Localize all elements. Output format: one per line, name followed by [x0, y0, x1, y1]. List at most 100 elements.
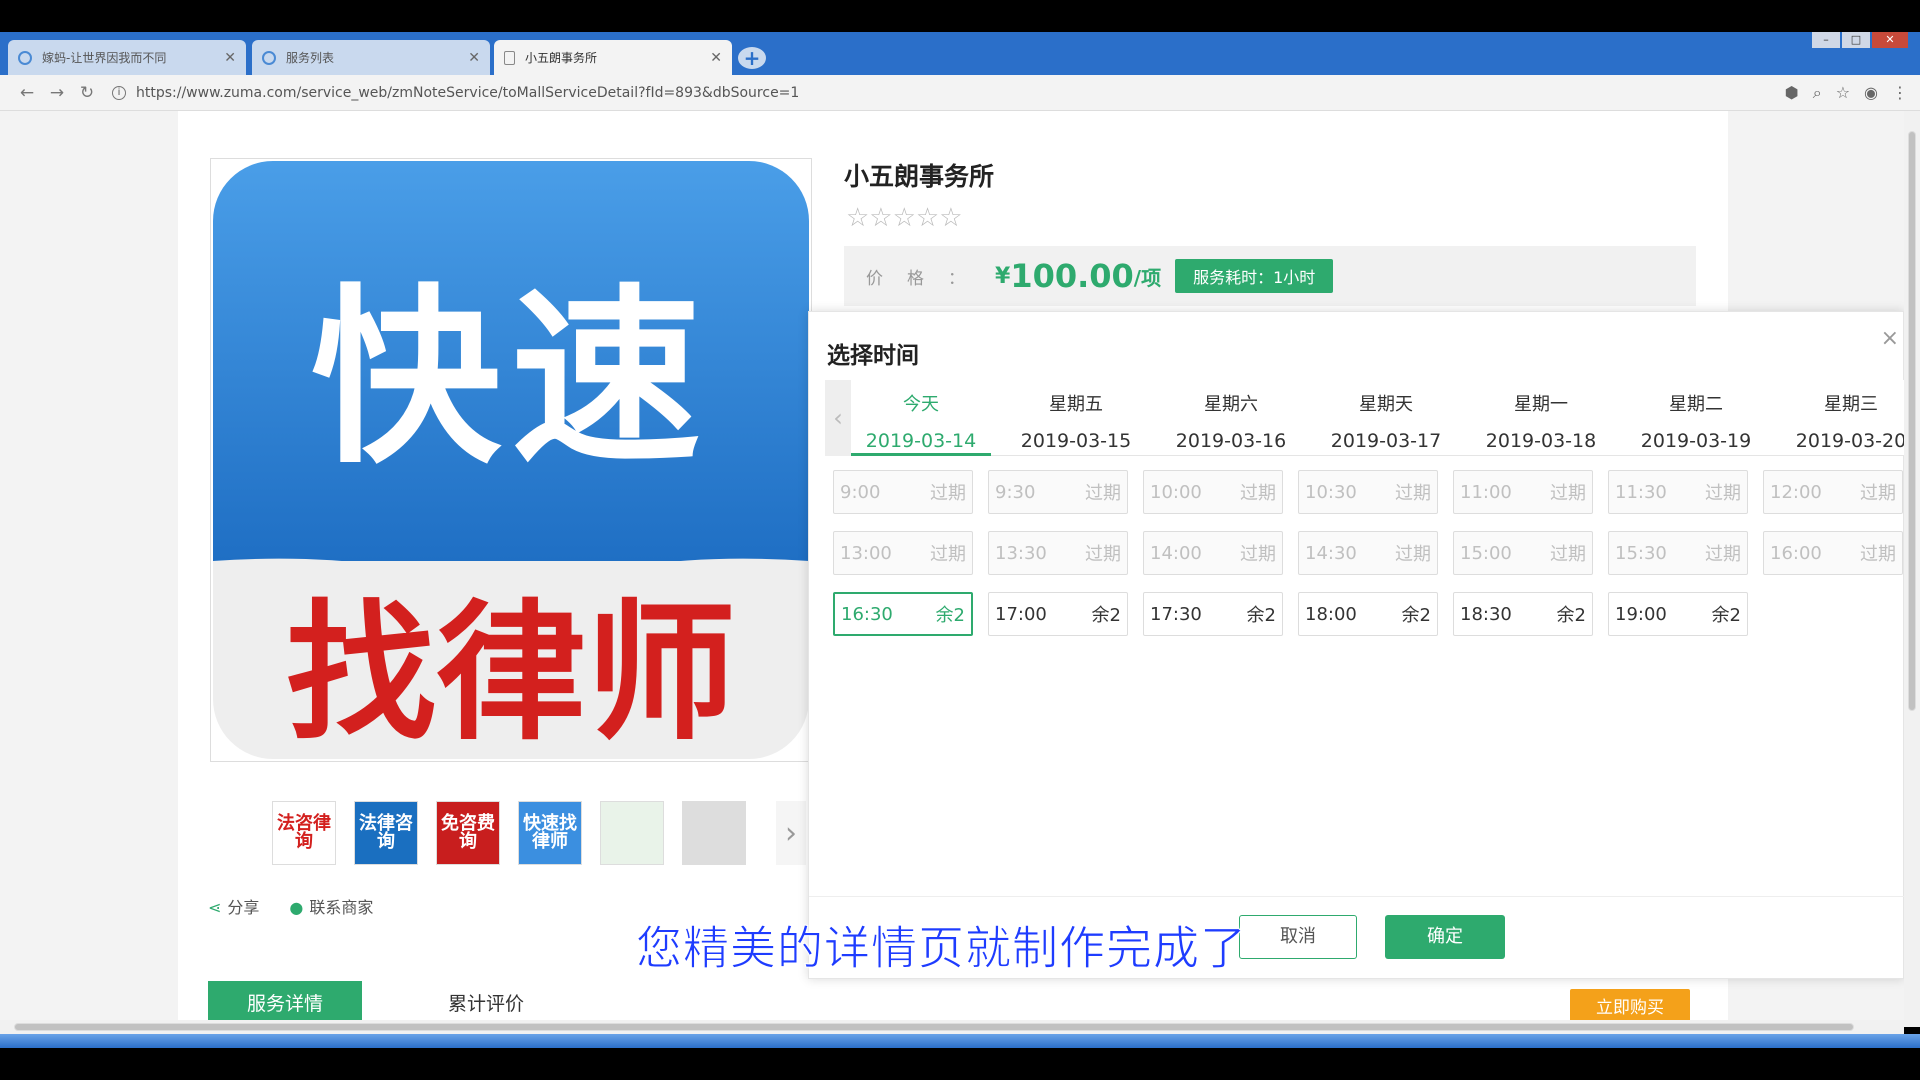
thumbnail-5[interactable]: [600, 801, 664, 865]
price-value: 100.00: [1010, 257, 1134, 295]
day-tab-2019-03-18[interactable]: 星期一 2019-03-18: [1471, 380, 1611, 456]
day-weekday: 星期二: [1669, 394, 1723, 415]
service-time-badge: 服务耗时：1小时: [1175, 259, 1334, 293]
logo-bottom: 找律师: [213, 561, 809, 761]
browser-tab-2[interactable]: 服务列表 ✕: [252, 40, 490, 75]
slot-status: 过期: [930, 544, 966, 565]
zoom-icon[interactable]: ⌕: [1813, 83, 1822, 103]
toolbar-right: ⬢ ⌕ ☆ ◉ ⋮: [1785, 83, 1908, 103]
day-weekday: 星期一: [1514, 394, 1568, 415]
day-strip: ‹ 今天 2019-03-14 星期五 2019-03-15 星期六 2019-03-16…: [825, 380, 1906, 456]
slot-status: 余2: [1246, 605, 1276, 626]
slot-time: 15:30: [1615, 542, 1667, 564]
time-slot[interactable]: 17:00 余2: [988, 592, 1128, 636]
share-link[interactable]: ⋖ 分享: [208, 894, 259, 918]
browser-tab-1[interactable]: 嫁蚂-让世界因我而不同 ✕: [8, 40, 246, 75]
slot-status: 余2: [1711, 605, 1741, 626]
slot-time: 16:00: [1770, 542, 1822, 564]
chevron-right-icon[interactable]: ›: [776, 801, 806, 865]
slot-status: 余2: [1091, 605, 1121, 626]
time-slot[interactable]: 18:30 余2: [1453, 592, 1593, 636]
close-icon[interactable]: ×: [1881, 326, 1899, 351]
menu-icon[interactable]: ⋮: [1892, 83, 1908, 103]
thumbnail-1[interactable]: 法咨律询: [272, 801, 336, 865]
day-tab-2019-03-17[interactable]: 星期天 2019-03-17: [1316, 380, 1456, 456]
site-icon: [262, 50, 276, 65]
forward-icon[interactable]: →: [42, 83, 72, 103]
profile-icon[interactable]: ◉: [1864, 83, 1878, 103]
contact-merchant-link[interactable]: ● 联系商家: [289, 894, 373, 918]
slot-time: 18:00: [1305, 603, 1357, 625]
cancel-button[interactable]: 取消: [1239, 915, 1357, 959]
day-weekday: 今天: [903, 394, 939, 415]
close-icon[interactable]: ✕: [710, 50, 722, 66]
slot-status: 过期: [1395, 483, 1431, 504]
slot-status: 余2: [935, 605, 965, 626]
new-tab-button[interactable]: +: [738, 46, 766, 70]
tab-title: 嫁蚂-让世界因我而不同: [42, 51, 167, 65]
info-icon[interactable]: i: [112, 85, 126, 100]
day-tab-2019-03-19[interactable]: 星期二 2019-03-19: [1626, 380, 1766, 456]
confirm-button[interactable]: 确定: [1385, 915, 1505, 959]
day-tab-2019-03-14[interactable]: 今天 2019-03-14: [851, 380, 991, 456]
thumbnail-2[interactable]: 法律咨询: [354, 801, 418, 865]
window-controls: – □ ✕: [1812, 32, 1908, 48]
minimize-button[interactable]: –: [1812, 32, 1840, 48]
time-slot: 11:00 过期: [1453, 470, 1593, 514]
day-tab-2019-03-15[interactable]: 星期五 2019-03-15: [1006, 380, 1146, 456]
time-slot[interactable]: 16:30 余2: [833, 592, 973, 636]
day-weekday: 星期三: [1824, 394, 1878, 415]
time-slot: 15:00 过期: [1453, 531, 1593, 575]
address-bar[interactable]: i https://www.zuma.com/service_web/zmNot…: [112, 79, 1785, 107]
time-slot: 12:00 过期: [1763, 470, 1903, 514]
maximize-button[interactable]: □: [1842, 32, 1870, 48]
os-taskbar: [0, 1034, 1920, 1048]
slot-status: 过期: [1550, 544, 1586, 565]
scrollbar-thumb[interactable]: [14, 1023, 1854, 1031]
close-icon[interactable]: ✕: [224, 50, 236, 66]
close-window-button[interactable]: ✕: [1872, 32, 1908, 48]
time-slot[interactable]: 19:00 余2: [1608, 592, 1748, 636]
thumbnail-3[interactable]: 免咨费询: [436, 801, 500, 865]
slot-time: 10:00: [1150, 481, 1202, 503]
vertical-scrollbar[interactable]: [1904, 111, 1920, 1027]
day-date: 2019-03-17: [1330, 430, 1442, 452]
rating-stars: ☆☆☆☆☆: [846, 203, 963, 233]
time-slot: 11:30 过期: [1608, 470, 1748, 514]
slot-status: 余2: [1556, 605, 1586, 626]
back-icon[interactable]: ←: [12, 83, 42, 103]
browser-tab-3[interactable]: 小五朗事务所 ✕: [494, 40, 732, 75]
browser-toolbar: ← → ↻ i https://www.zuma.com/service_web…: [0, 75, 1920, 111]
time-slot[interactable]: 18:00 余2: [1298, 592, 1438, 636]
chevron-left-icon[interactable]: ‹: [825, 380, 851, 456]
thumbnail-6[interactable]: [682, 801, 746, 865]
slot-status: 过期: [1085, 483, 1121, 504]
time-slot: 9:00 过期: [833, 470, 973, 514]
slot-status: 余2: [1401, 605, 1431, 626]
horizontal-scrollbar[interactable]: [0, 1020, 1904, 1034]
day-date: 2019-03-15: [1020, 430, 1132, 452]
day-tab-2019-03-20[interactable]: 星期三 2019-03-20: [1781, 380, 1920, 456]
url-text[interactable]: https://www.zuma.com/service_web/zmNoteS…: [136, 85, 799, 101]
time-slot[interactable]: 17:30 余2: [1143, 592, 1283, 636]
slot-status: 过期: [1550, 483, 1586, 504]
scrollbar-thumb[interactable]: [1908, 131, 1916, 711]
day-date: 2019-03-20: [1795, 430, 1907, 452]
slot-time: 13:30: [995, 542, 1047, 564]
close-icon[interactable]: ✕: [468, 50, 480, 66]
extension-icon[interactable]: ⬢: [1785, 83, 1799, 103]
slot-status: 过期: [1240, 544, 1276, 565]
day-tab-2019-03-16[interactable]: 星期六 2019-03-16: [1161, 380, 1301, 456]
price-label: 价格：: [866, 268, 989, 289]
time-slot: 16:00 过期: [1763, 531, 1903, 575]
slot-time: 18:30: [1460, 603, 1512, 625]
slot-status: 过期: [1705, 483, 1741, 504]
time-slot: 15:30 过期: [1608, 531, 1748, 575]
thumbnail-4[interactable]: 快速找律师: [518, 801, 582, 865]
reload-icon[interactable]: ↻: [72, 83, 102, 103]
time-slot: 9:30 过期: [988, 470, 1128, 514]
share-icon: ⋖: [208, 898, 222, 917]
shop-title: 小五朗事务所: [844, 162, 995, 191]
bookmark-star-icon[interactable]: ☆: [1836, 83, 1850, 103]
slot-status: 过期: [1705, 544, 1741, 565]
